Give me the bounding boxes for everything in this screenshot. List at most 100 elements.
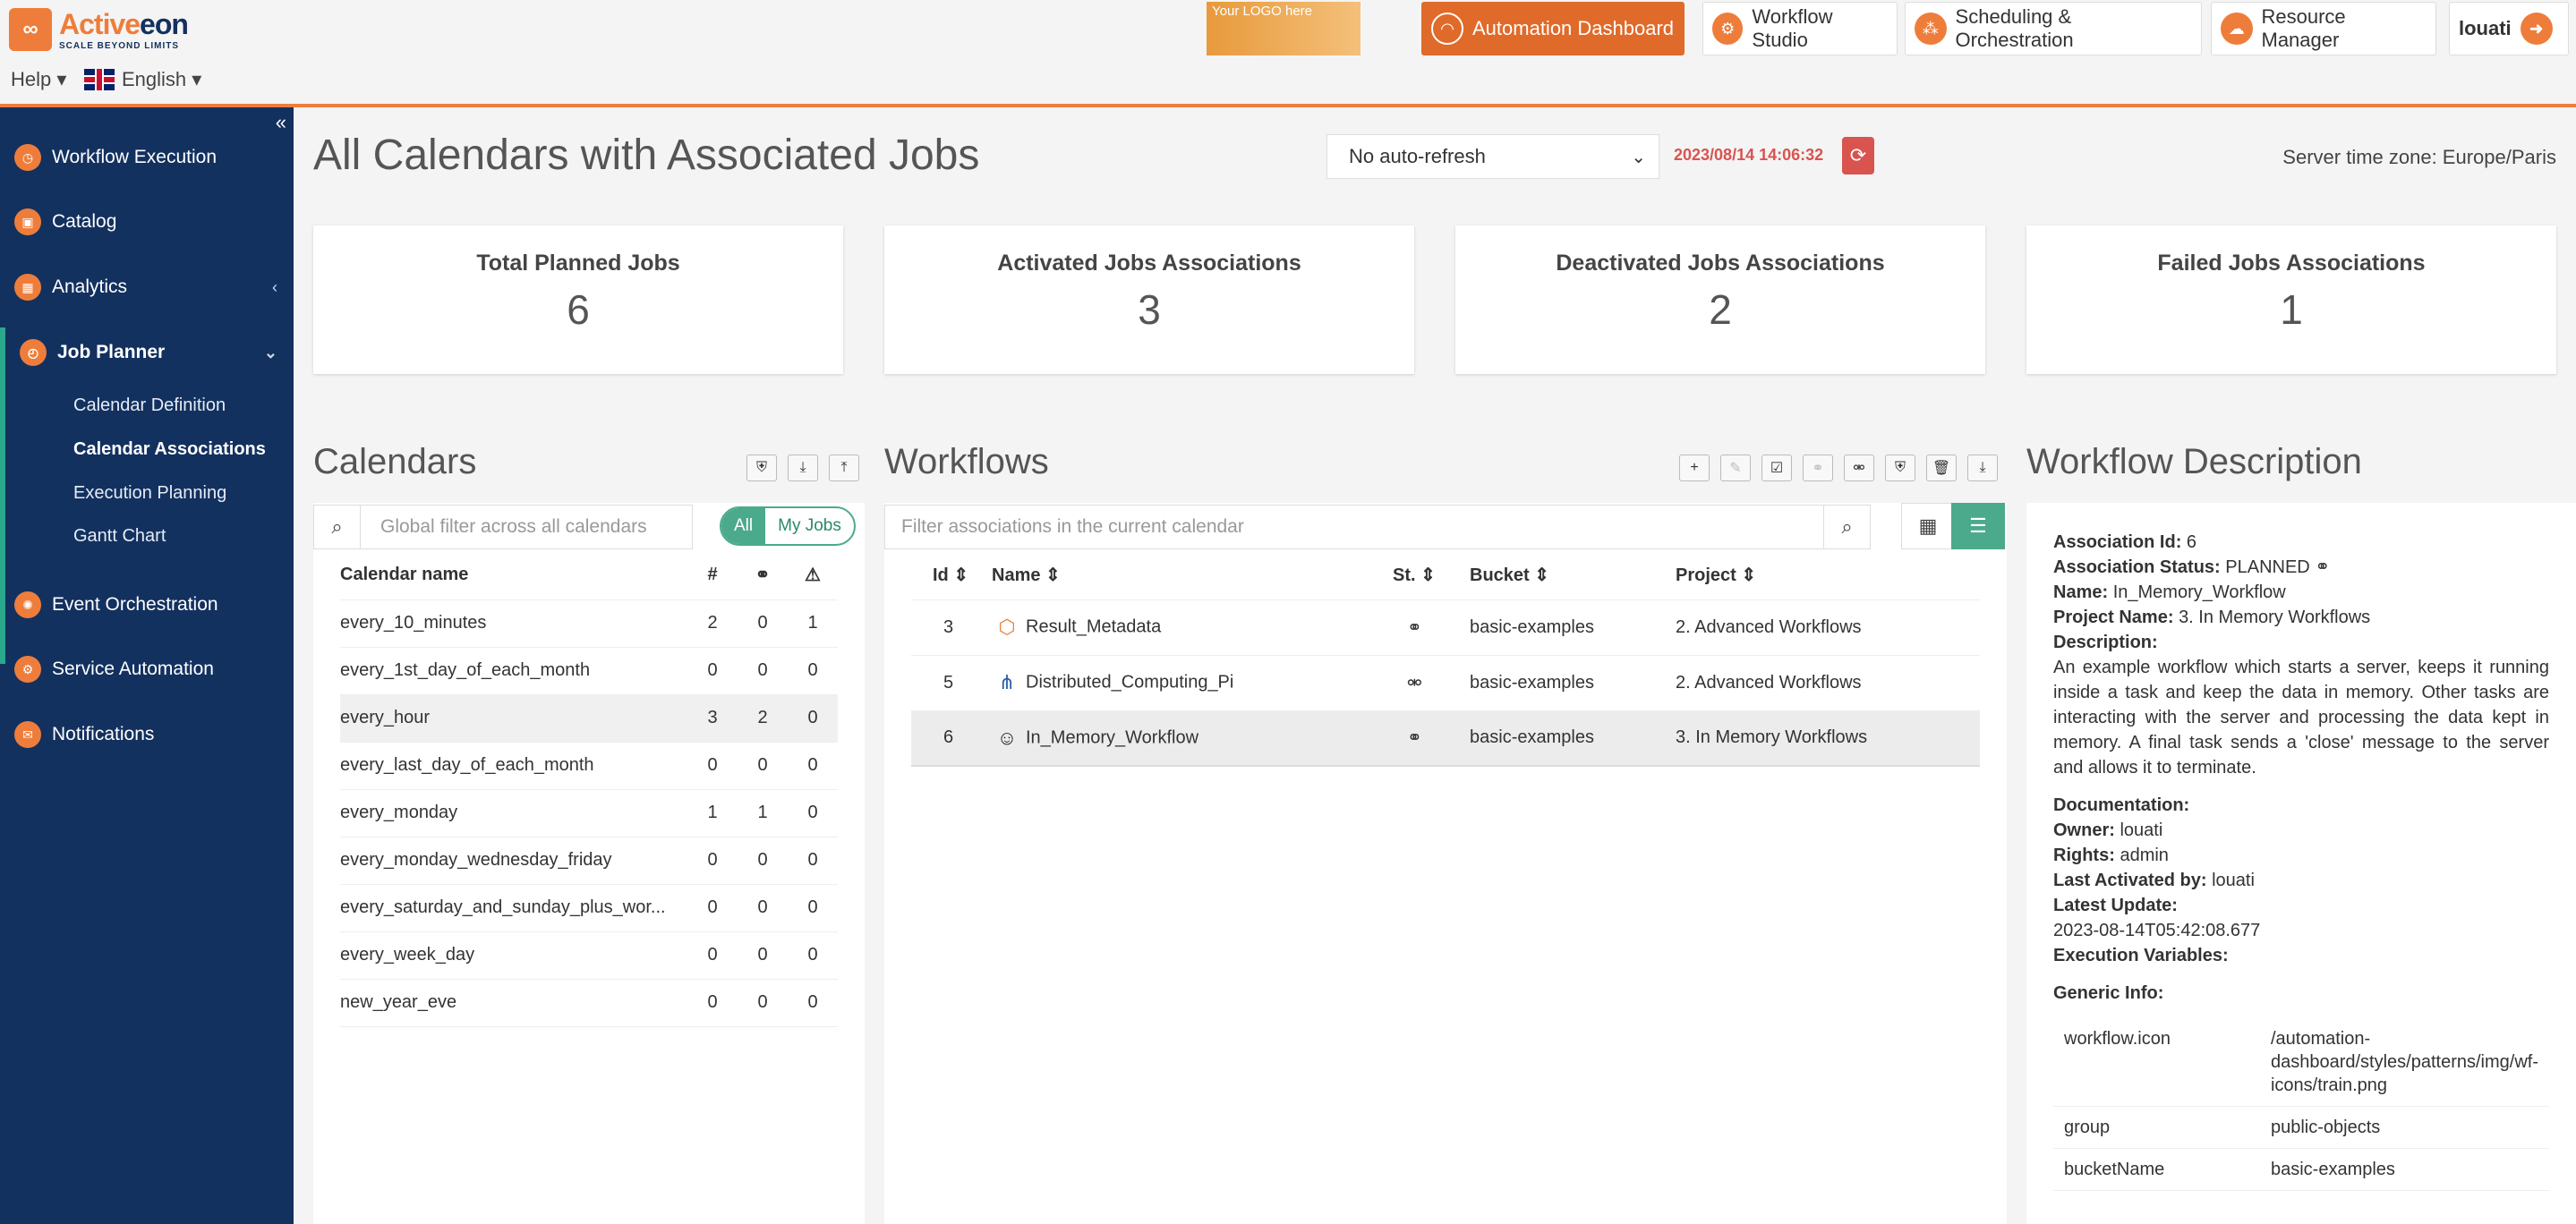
sidebar: « ◷ Workflow Execution ▣ Catalog ▦ Analytic…: [0, 107, 294, 1224]
last-refresh-timestamp: 2023/08/14 14:06:32: [1674, 146, 1824, 164]
nav-workflow-studio[interactable]: ⚙ Workflow Studio: [1702, 2, 1898, 55]
col-name[interactable]: Name ⇕: [992, 551, 1393, 600]
toggle-my-jobs[interactable]: My Jobs: [765, 508, 854, 544]
upload-icon: ⤒: [840, 460, 848, 475]
project-name: 3. In Memory Workflows: [2179, 608, 2371, 627]
association-status: PLANNED: [2225, 557, 2310, 577]
sidebar-subitem-calendar-definition[interactable]: Calendar Definition: [73, 395, 226, 416]
sidebar-subitem-gantt-chart[interactable]: Gantt Chart: [73, 526, 166, 547]
link-icon: ⚭: [2315, 557, 2331, 577]
download-calendars-button[interactable]: ⤓: [788, 455, 818, 481]
sidebar-item-job-planner[interactable]: ◴ Job Planner ⌄: [0, 327, 294, 378]
logo-tagline: SCALE BEYOND LIMITS: [59, 41, 180, 51]
table-row[interactable]: every_hour 3 2 0: [340, 694, 838, 743]
table-row[interactable]: every_10_minutes 2 0 1: [340, 599, 838, 648]
table-row[interactable]: every_monday_wednesday_friday 0 0 0: [340, 837, 838, 885]
delete-button[interactable]: 🗑: [1926, 455, 1957, 481]
toggle-all[interactable]: All: [721, 508, 766, 544]
add-association-button[interactable]: +: [1679, 455, 1710, 481]
workflow-name: In_Memory_Workflow: [2112, 582, 2286, 602]
clock-icon: ◴: [20, 339, 47, 366]
col-bucket[interactable]: Bucket ⇕: [1470, 551, 1676, 600]
last-activated-by: louati: [2212, 871, 2255, 890]
help-menu[interactable]: Help ▾: [11, 68, 66, 91]
distributed-icon: ⋔: [998, 671, 1016, 693]
search-icon[interactable]: ⌕: [1823, 505, 1870, 549]
sidebar-subitem-execution-planning[interactable]: Execution Planning: [73, 483, 226, 504]
table-row: workflow.icon/automation-dashboard/style…: [2053, 1018, 2549, 1107]
custom-logo-placeholder: Your LOGO here: [1207, 2, 1361, 55]
table-row[interactable]: every_saturday_and_sunday_plus_wor... 0 0 0: [340, 884, 838, 932]
sidebar-subitem-calendar-associations[interactable]: Calendar Associations: [73, 439, 266, 460]
logout-icon[interactable]: ➜: [2520, 13, 2553, 45]
table-row[interactable]: new_year_eve 0 0 0: [340, 979, 838, 1027]
edit-icon: ✎: [1729, 461, 1742, 476]
workflow-filter[interactable]: Filter associations in the current calen…: [884, 505, 1871, 549]
sidebar-item-analytics[interactable]: ▦ Analytics ‹: [0, 262, 294, 312]
workflow-filter-input[interactable]: Filter associations in the current calen…: [885, 516, 1823, 538]
list-view-button[interactable]: ☰: [1951, 503, 2005, 549]
service-automation-icon: ⚙: [14, 656, 41, 683]
calendar-owner-toggle[interactable]: All My Jobs: [720, 506, 856, 546]
shield-button[interactable]: ⛨: [1885, 455, 1915, 481]
col-link-icon[interactable]: ⚭: [738, 551, 788, 600]
grid-view-button[interactable]: ▦: [1901, 503, 1955, 549]
activeeon-logo[interactable]: ∞ Activeeon SCALE BEYOND LIMITS: [9, 7, 206, 52]
workflow-description-panel: Association Id: 6 Association Status: PL…: [2026, 503, 2576, 1224]
table-row: group public-objects: [2053, 1106, 2549, 1149]
list-icon: ☰: [1969, 514, 1987, 537]
activate-button[interactable]: ⚭: [1803, 455, 1833, 481]
nav-automation-dashboard[interactable]: ◠ Automation Dashboard: [1421, 2, 1685, 55]
grid-icon: ▦: [1918, 514, 1938, 537]
link-icon: ⚭: [1393, 710, 1470, 767]
sidebar-item-catalog[interactable]: ▣ Catalog: [0, 197, 294, 247]
table-row[interactable]: 6 ☺ In_Memory_Workflow ⚭ basic-examples 3…: [911, 710, 1980, 767]
table-row: bucketName basic-examples: [2053, 1148, 2549, 1191]
rights: admin: [2120, 846, 2169, 865]
table-row[interactable]: every_1st_day_of_each_month 0 0 0: [340, 647, 838, 695]
shield-icon: ⛨: [755, 460, 767, 475]
upload-calendars-button[interactable]: ⤒: [829, 455, 859, 481]
nav-resource-manager[interactable]: ☁ Resource Manager: [2211, 2, 2436, 55]
col-warning-icon[interactable]: ⚠: [788, 551, 838, 600]
sidebar-item-event-orchestration[interactable]: ✺ Event Orchestration: [0, 580, 294, 630]
table-row[interactable]: 5 ⋔ Distributed_Computing_Pi ⚮ basic-exam…: [911, 655, 1980, 711]
sidebar-item-workflow-execution[interactable]: ◷ Workflow Execution: [0, 132, 294, 183]
auto-refresh-select[interactable]: No auto-refresh ⌄: [1326, 134, 1659, 179]
latest-update: 2023-08-14T05:42:08.677: [2053, 921, 2261, 940]
shield-button[interactable]: ⛨: [746, 455, 777, 481]
broken-link-icon: ⚮: [1853, 461, 1865, 476]
table-row[interactable]: every_week_day 0 0 0: [340, 931, 838, 980]
check-button[interactable]: ☑: [1761, 455, 1792, 481]
calendar-filter-input[interactable]: Global filter across all calendars: [361, 516, 647, 538]
server-timezone: Server time zone: Europe/Paris: [2282, 146, 2556, 168]
language-selector[interactable]: English ▾: [84, 68, 201, 91]
plus-icon: +: [1690, 460, 1699, 475]
calendar-filter[interactable]: ⌕ Global filter across all calendars: [313, 505, 693, 549]
collapse-sidebar-icon[interactable]: «: [276, 111, 286, 134]
deactivate-button[interactable]: ⚮: [1844, 455, 1874, 481]
calendars-title: Calendars: [313, 442, 477, 481]
workflow-execution-icon: ◷: [14, 144, 41, 171]
owner: louati: [2120, 820, 2163, 840]
user-menu[interactable]: louati ➜: [2449, 2, 2569, 55]
brain-icon: ☺: [996, 726, 1018, 749]
col-calendar-name[interactable]: Calendar name: [340, 551, 687, 600]
chevron-down-icon: ⌄: [263, 343, 277, 361]
gauge-icon: ◠: [1431, 13, 1463, 45]
table-row[interactable]: every_monday 1 1 0: [340, 789, 838, 837]
col-count[interactable]: #: [687, 551, 738, 600]
table-row[interactable]: every_last_day_of_each_month 0 0 0: [340, 742, 838, 790]
nav-scheduling[interactable]: ⁂ Scheduling & Orchestration: [1905, 2, 2202, 55]
refresh-button[interactable]: ⟳: [1842, 137, 1874, 174]
edit-association-button[interactable]: ✎: [1720, 455, 1751, 481]
sidebar-item-service-automation[interactable]: ⚙ Service Automation: [0, 644, 294, 694]
col-status[interactable]: St. ⇕: [1393, 551, 1470, 600]
refresh-icon: ⟳: [1849, 144, 1867, 166]
col-project[interactable]: Project ⇕: [1676, 551, 1980, 600]
table-row[interactable]: 3 ⬡ Result_Metadata ⚭ basic-examples 2. A…: [911, 599, 1980, 656]
analytics-icon: ▦: [14, 274, 41, 301]
download-button[interactable]: ⤓: [1967, 455, 1998, 481]
col-id[interactable]: Id ⇕: [911, 551, 992, 600]
sidebar-item-notifications[interactable]: ✉ Notifications: [0, 710, 294, 760]
